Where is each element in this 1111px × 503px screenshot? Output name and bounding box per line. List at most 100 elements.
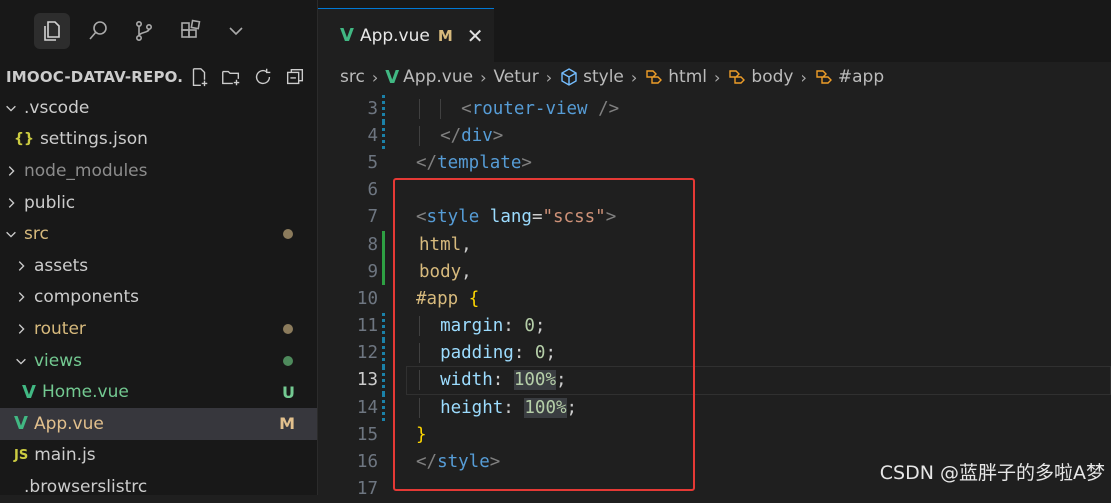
breadcrumb-item-style[interactable]: style: [583, 67, 624, 87]
gutter-decoration: [382, 177, 396, 204]
code-line[interactable]: 8 html,: [318, 230, 1111, 259]
tree-item-browserslistrc[interactable]: .browserslistrc: [0, 471, 317, 495]
file-tree: .vscode {} settings.json node_modulespublic…: [0, 92, 317, 495]
tree-item-label: router: [34, 318, 86, 339]
code-content: }: [396, 425, 427, 445]
breadcrumb-item-body[interactable]: body: [751, 67, 793, 87]
code-line[interactable]: 12 padding: 0;: [318, 339, 1111, 367]
tree-item-label: components: [34, 287, 140, 308]
tree-item-router[interactable]: router: [0, 313, 317, 345]
tree-item-label: public: [24, 192, 76, 213]
collapse-all-icon[interactable]: [284, 66, 306, 88]
code-content: </style>: [396, 452, 500, 472]
code-token: :: [503, 397, 525, 418]
breadcrumb-separator: ›: [800, 67, 807, 87]
code-line[interactable]: 14 height: 100%;: [318, 394, 1111, 422]
line-number: 5: [367, 152, 378, 173]
code-line[interactable]: 15}: [318, 421, 1111, 448]
vue-icon: V: [22, 381, 36, 403]
tree-item-label: .browserslistrc: [24, 476, 148, 495]
breadcrumb-item-html[interactable]: html: [668, 67, 707, 87]
line-number: 17: [356, 479, 378, 500]
code-content: body,: [399, 262, 472, 282]
code-line[interactable]: 9 body,: [318, 258, 1111, 286]
code-token: 100%: [513, 370, 556, 391]
code-line[interactable]: 7 <style lang="scss">: [318, 204, 1111, 231]
gutter-decoration: [382, 312, 399, 340]
gutter-decoration: [382, 285, 396, 312]
explorer-icon[interactable]: [34, 13, 70, 49]
code-token: :: [513, 343, 535, 364]
code-content: html,: [399, 235, 472, 255]
breadcrumb-item-app[interactable]: #app: [838, 67, 884, 87]
code-editor[interactable]: 3 <router-view /> 4 </div> 5 </template> 6 7 <…: [318, 95, 1111, 499]
chevron-down-icon[interactable]: [218, 13, 254, 49]
js-icon: JS: [14, 447, 29, 463]
breadcrumb-separator: ›: [480, 67, 487, 87]
line-number: 14: [356, 397, 378, 418]
gutter-decoration: [382, 421, 396, 448]
breadcrumb-item-vetur[interactable]: Vetur: [494, 67, 539, 87]
breadcrumb-separator: ›: [714, 67, 721, 87]
code-token: style: [437, 452, 490, 473]
element-tag-icon: [816, 70, 832, 84]
tree-item-src[interactable]: src: [0, 218, 317, 250]
tree-item-home-vue[interactable]: V Home.vue U: [0, 376, 317, 408]
breadcrumb-separator: ›: [371, 67, 379, 87]
code-line[interactable]: 13 width: 100%;: [318, 365, 1111, 395]
json-icon: {}: [14, 131, 34, 148]
tree-item-views[interactable]: views: [0, 345, 317, 377]
tree-item-label: assets: [34, 255, 89, 276]
git-status-dot: [283, 229, 293, 240]
code-token: template: [437, 152, 522, 173]
code-line[interactable]: 5 </template>: [318, 149, 1111, 176]
tree-item-settings-json[interactable]: {} settings.json: [0, 124, 317, 156]
code-token: :: [503, 316, 525, 337]
new-folder-icon[interactable]: [220, 66, 242, 88]
code-line[interactable]: 10 #app {: [318, 285, 1111, 312]
code-token: </: [416, 452, 438, 473]
code-line[interactable]: 4 </div>: [318, 122, 1111, 150]
activity-bar: [0, 0, 317, 62]
code-token: }: [416, 424, 427, 445]
line-number: 16: [356, 452, 378, 473]
tree-item-components[interactable]: components: [0, 282, 317, 314]
tree-item-label: src: [24, 224, 49, 245]
source-control-icon[interactable]: [126, 13, 162, 49]
code-token: html: [419, 234, 462, 255]
code-token: style: [426, 207, 480, 228]
code-token: ;: [566, 397, 578, 418]
close-icon[interactable]: ✕: [467, 24, 484, 48]
breadcrumb-separator: ›: [545, 67, 553, 87]
breadcrumb-separator: ›: [630, 67, 638, 87]
refresh-icon[interactable]: [252, 66, 274, 88]
code-line[interactable]: 6: [318, 177, 1111, 204]
code-token: </: [440, 125, 462, 146]
tree-item-vscode[interactable]: .vscode: [0, 92, 317, 124]
tree-item-public[interactable]: public: [0, 187, 317, 219]
code-token: #app: [416, 288, 459, 309]
gutter-decoration: [382, 339, 399, 367]
search-icon[interactable]: [80, 13, 116, 49]
gutter-decoration: [382, 476, 396, 503]
code-line[interactable]: 11 margin: 0;: [318, 312, 1111, 340]
code-token: {: [468, 288, 480, 309]
code-token: =: [531, 207, 543, 228]
vue-icon: V: [385, 66, 400, 88]
tree-item-assets[interactable]: assets: [0, 250, 317, 282]
indent-guide: [419, 98, 420, 119]
extensions-icon[interactable]: [172, 13, 208, 49]
tab-app-vue[interactable]: V App.vue M ✕: [318, 8, 494, 62]
code-token: 100%: [524, 397, 567, 418]
breadcrumb-item-src[interactable]: src: [340, 67, 365, 87]
line-number: 10: [356, 288, 378, 309]
code-content: width: 100%;: [399, 370, 567, 391]
code-token: height: [440, 397, 504, 418]
code-line[interactable]: 3 <router-view />: [318, 95, 1111, 123]
tree-item-main-js[interactable]: JS main.js: [0, 440, 317, 472]
tree-item-node-modules[interactable]: node_modules: [0, 155, 317, 187]
breadcrumb-item-app-vue[interactable]: App.vue: [403, 67, 473, 87]
new-file-icon[interactable]: [188, 66, 210, 88]
tree-item-app-vue[interactable]: V App.vue M: [0, 407, 317, 440]
